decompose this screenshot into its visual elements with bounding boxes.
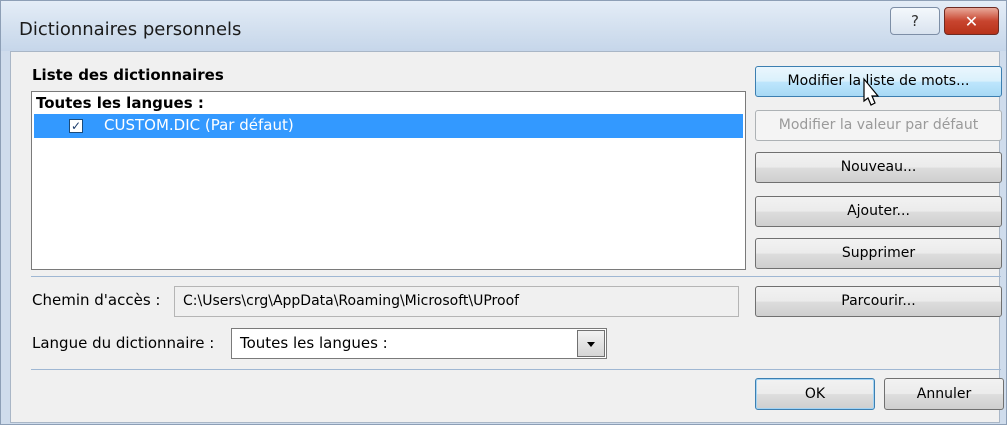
help-icon: ? bbox=[911, 12, 919, 30]
dictionary-list-label: Liste des dictionnaires bbox=[32, 66, 224, 84]
dictionary-item-label: CUSTOM.DIC (Par défaut) bbox=[104, 116, 294, 134]
language-selected-value: Toutes les langues : bbox=[240, 334, 388, 352]
cancel-button[interactable]: Annuler bbox=[884, 378, 1004, 410]
close-button[interactable]: ✕ bbox=[944, 7, 999, 35]
dictionary-checkbox[interactable]: ✓ bbox=[69, 119, 83, 133]
new-button[interactable]: Nouveau... bbox=[755, 152, 1002, 183]
remove-button[interactable]: Supprimer bbox=[755, 238, 1002, 269]
dialog-window: Dictionnaires personnels ? ✕ Liste des d… bbox=[0, 0, 1007, 425]
browse-button[interactable]: Parcourir... bbox=[755, 286, 1002, 317]
help-button[interactable]: ? bbox=[890, 7, 940, 35]
dictionary-listbox[interactable]: Toutes les langues : ✓ CUSTOM.DIC (Par d… bbox=[31, 91, 746, 270]
separator-top bbox=[31, 276, 1001, 277]
language-dropdown[interactable]: Toutes les langues : bbox=[231, 328, 607, 359]
list-item[interactable]: ✓ CUSTOM.DIC (Par défaut) bbox=[34, 114, 743, 138]
cursor-icon bbox=[863, 77, 880, 106]
language-label: Langue du dictionnaire : bbox=[32, 334, 215, 352]
path-field[interactable]: C:\Users\crg\AppData\Roaming\Microsoft\U… bbox=[174, 286, 739, 317]
title-bar[interactable]: Dictionnaires personnels ? ✕ bbox=[1, 1, 1006, 51]
close-icon: ✕ bbox=[964, 11, 979, 31]
add-button[interactable]: Ajouter... bbox=[755, 196, 1002, 227]
list-group-header: Toutes les langues : bbox=[36, 94, 204, 112]
ok-button[interactable]: OK bbox=[755, 378, 875, 410]
separator-bottom bbox=[31, 369, 1001, 370]
window-title: Dictionnaires personnels bbox=[19, 19, 242, 40]
path-label: Chemin d'accès : bbox=[32, 291, 161, 309]
chevron-down-icon bbox=[587, 342, 595, 347]
dialog-body: Liste des dictionnaires Toutes les langu… bbox=[10, 51, 1004, 423]
dropdown-button[interactable] bbox=[577, 330, 605, 357]
